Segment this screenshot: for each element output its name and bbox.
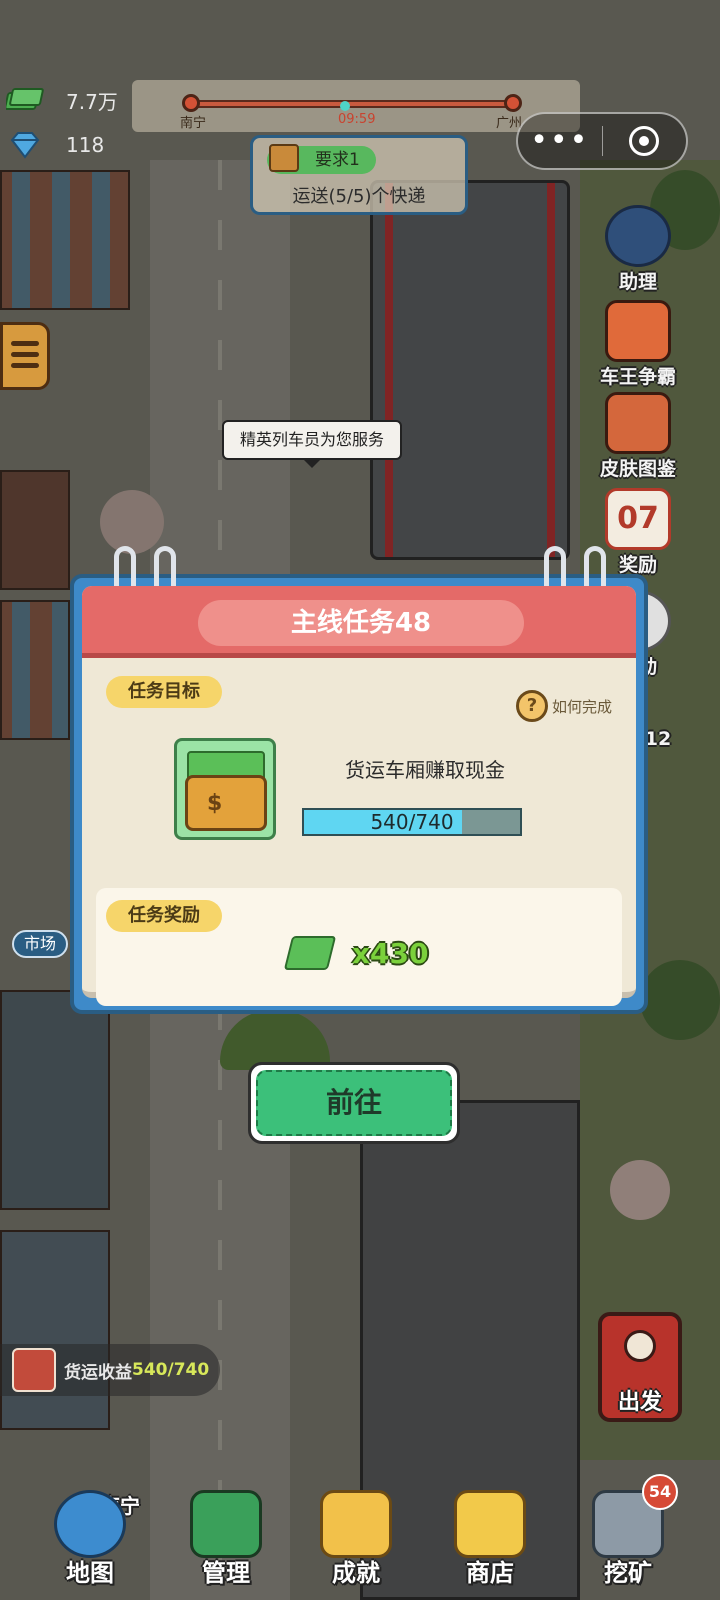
- king-race-label: 车王争霸: [599, 366, 676, 388]
- origin-pin-icon: [182, 94, 200, 112]
- cargo-value: 540/740: [132, 1360, 210, 1380]
- destination-pin-icon: [504, 94, 522, 112]
- requirement-box[interactable]: 要求1 运送(5/5)个快递: [250, 135, 468, 215]
- cash-value: 7.7万: [66, 89, 118, 114]
- purse-icon: [185, 775, 267, 831]
- bottom-navigation: 地图 管理 成就 商店 54 挖矿: [0, 1470, 720, 1600]
- cash-stack-icon: [283, 936, 337, 970]
- cash-icon: [6, 88, 44, 110]
- assistant-label: 助理: [618, 271, 657, 293]
- more-options-button[interactable]: •••: [518, 126, 602, 156]
- nav-manage[interactable]: 管理: [166, 1470, 286, 1600]
- progress-text: 540/740: [370, 810, 454, 834]
- racing-flag-icon: [605, 300, 671, 362]
- dialog-title: 主线任务48: [198, 600, 524, 646]
- king-race-button[interactable]: 车王争霸: [590, 300, 686, 389]
- nav-shop[interactable]: 商店: [430, 1470, 550, 1600]
- nav-map[interactable]: 地图: [30, 1470, 150, 1600]
- train-position-marker: [339, 101, 350, 111]
- assistant-button[interactable]: 助理: [590, 205, 686, 294]
- nav-shop-label: 商店: [466, 1559, 514, 1587]
- wallet-icon: $: [174, 738, 276, 840]
- gem-counter: 118: [0, 125, 130, 165]
- clipboard-icon: [12, 1348, 56, 1392]
- shop-cart-icon: [454, 1490, 526, 1558]
- main-quest-dialog: 主线任务48 任务目标 ? 如何完成 $ 货运车厢赚取现金 540/740 任务…: [70, 546, 648, 1014]
- dialog-header: 主线任务48: [82, 586, 636, 658]
- reward-panel: 任务奖励 x430: [96, 888, 622, 1006]
- how-to-complete-link[interactable]: ? 如何完成: [515, 690, 612, 722]
- go-button[interactable]: 前往: [248, 1062, 460, 1144]
- nav-achievement[interactable]: 成就: [296, 1470, 416, 1600]
- nav-map-label: 地图: [66, 1559, 114, 1587]
- globe-icon: [54, 1490, 126, 1558]
- depart-button[interactable]: 出发: [598, 1312, 682, 1422]
- route-track: [192, 100, 510, 108]
- calendar-icon: 07: [605, 488, 671, 550]
- mining-badge: 54: [642, 1474, 678, 1510]
- goal-progress-bar: 540/740: [302, 808, 522, 836]
- goal-section-tag: 任务目标: [106, 676, 222, 708]
- train-icon: [190, 1490, 262, 1558]
- cargo-label: 货运收益: [64, 1362, 132, 1383]
- market-button[interactable]: 市场: [12, 930, 68, 958]
- dollar-icon: $: [207, 791, 223, 816]
- cargo-income[interactable]: 货运收益 540/740: [0, 1344, 220, 1396]
- package-icon: [269, 144, 299, 172]
- how-to-complete-label: 如何完成: [551, 697, 612, 716]
- route-progress: 南宁 09:59 广州: [132, 80, 580, 132]
- reward-amount: x430: [352, 936, 429, 970]
- train-skin-icon: [605, 392, 671, 454]
- conductor-icon: [605, 205, 671, 267]
- star-icon: [320, 1490, 392, 1558]
- goal-description: 货运车厢赚取现金: [345, 758, 505, 782]
- skin-collection-label: 皮肤图鉴: [599, 458, 676, 480]
- miniprogram-capsule: •••: [516, 112, 688, 170]
- question-icon: ?: [515, 690, 548, 722]
- nav-mining[interactable]: 54 挖矿: [568, 1470, 688, 1600]
- requirement-text: 运送(5/5)个快递: [292, 186, 426, 207]
- depart-label: 出发: [617, 1390, 662, 1415]
- lever-icon: [624, 1330, 656, 1362]
- close-miniprogram-button[interactable]: [602, 126, 686, 156]
- route-time: 09:59: [338, 112, 376, 127]
- nav-achievement-label: 成就: [332, 1559, 380, 1587]
- hamburger-icon: [11, 341, 39, 346]
- reward-section-tag: 任务奖励: [106, 900, 222, 932]
- cash-counter: 7.7万: [0, 80, 130, 120]
- go-button-label: 前往: [256, 1070, 452, 1136]
- diamond-icon: [10, 132, 40, 159]
- nav-mining-label: 挖矿: [604, 1559, 652, 1587]
- target-icon: [629, 126, 660, 156]
- route-origin: 南宁: [180, 116, 207, 131]
- dialog-paper: 主线任务48 任务目标 ? 如何完成 $ 货运车厢赚取现金 540/740 任务…: [82, 586, 636, 1006]
- skin-collection-button[interactable]: 皮肤图鉴: [590, 392, 686, 481]
- gem-value: 118: [66, 133, 105, 157]
- menu-button[interactable]: [0, 322, 50, 390]
- speech-bubble: 精英列车员为您服务: [222, 420, 402, 468]
- reward-cash: x430: [283, 936, 429, 970]
- nav-manage-label: 管理: [202, 1559, 250, 1587]
